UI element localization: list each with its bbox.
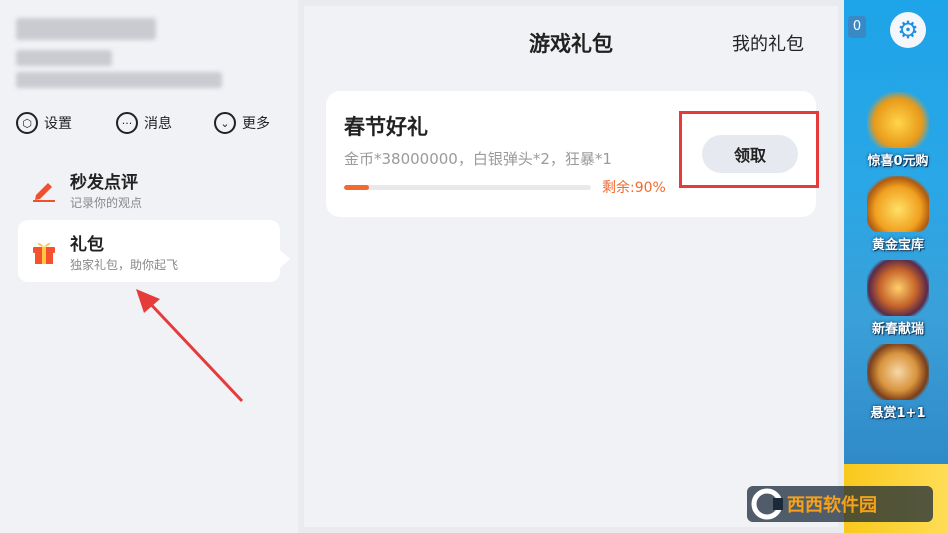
lantern-icon: [867, 260, 929, 316]
annotation-arrow: [136, 289, 244, 403]
gold-icon: [867, 176, 929, 232]
highlight-box: [679, 111, 819, 188]
gift-progress-bar: [344, 185, 591, 190]
pencil-icon: [33, 183, 55, 202]
more-button[interactable]: ⌄ 更多: [214, 110, 270, 136]
character-icon: [867, 344, 929, 400]
menu-item-subtitle: 独家礼包，助你起飞: [70, 258, 179, 272]
game-item-label: 惊喜0元购: [867, 154, 929, 169]
game-item-label: 悬赏1+1: [870, 406, 926, 421]
settings-label: 设置: [44, 116, 72, 132]
active-indicator: [280, 250, 290, 268]
counter-badge: 0: [848, 16, 866, 38]
game-side-panel: 0 ⚙ 惊喜0元购 黄金宝库 新春献瑞 悬赏1+1: [844, 0, 948, 533]
gift-panel: 游戏礼包 我的礼包 春节好礼 金币*38000000，白银弹头*2，狂暴*1 剩…: [304, 6, 838, 527]
more-label: 更多: [242, 116, 270, 132]
my-gifts-link[interactable]: 我的礼包: [732, 30, 804, 56]
gift-icon: [33, 242, 55, 264]
blurred-user-info: [16, 50, 112, 66]
gift-name: 春节好礼: [344, 115, 428, 139]
gift-description: 金币*38000000，白银弹头*2，狂暴*1: [344, 150, 612, 168]
message-button[interactable]: ··· 消息: [116, 110, 172, 136]
gift-progress-fill: [344, 185, 369, 190]
game-item-label: 新春献瑞: [871, 322, 924, 337]
message-label: 消息: [144, 116, 172, 132]
game-item-gold-vault[interactable]: 黄金宝库: [852, 176, 944, 253]
sidebar: ⬡ 设置 ··· 消息 ⌄ 更多 秒发点评 记录你的观点 礼包 独家礼包，助你起…: [0, 0, 298, 533]
gift-remaining: 剩余:90%: [602, 180, 666, 196]
watermark-logo: 西西软件园: [747, 484, 933, 524]
game-item-label: 黄金宝库: [871, 238, 924, 253]
watermark-text: 西西软件园: [787, 494, 877, 516]
treasure-chest-icon: [867, 92, 929, 148]
gear-icon[interactable]: ⚙: [890, 12, 926, 48]
game-item-new-year[interactable]: 新春献瑞: [852, 260, 944, 337]
menu-item-gift[interactable]: 礼包 独家礼包，助你起飞: [18, 220, 280, 282]
settings-icon: ⬡: [16, 112, 38, 134]
sidebar-actions: ⬡ 设置 ··· 消息 ⌄ 更多: [16, 110, 276, 136]
menu-item-title: 秒发点评: [70, 173, 138, 193]
blurred-username: [16, 18, 156, 40]
menu-item-subtitle: 记录你的观点: [70, 196, 143, 210]
menu-item-title: 礼包: [70, 235, 104, 255]
blurred-user-info: [16, 72, 222, 88]
game-item-zero-buy[interactable]: 惊喜0元购: [852, 92, 944, 169]
menu-item-review[interactable]: 秒发点评 记录你的观点: [18, 158, 280, 220]
settings-button[interactable]: ⬡ 设置: [16, 110, 72, 136]
more-icon: ⌄: [214, 112, 236, 134]
game-item-bounty[interactable]: 悬赏1+1: [852, 344, 944, 421]
message-icon: ···: [116, 112, 138, 134]
